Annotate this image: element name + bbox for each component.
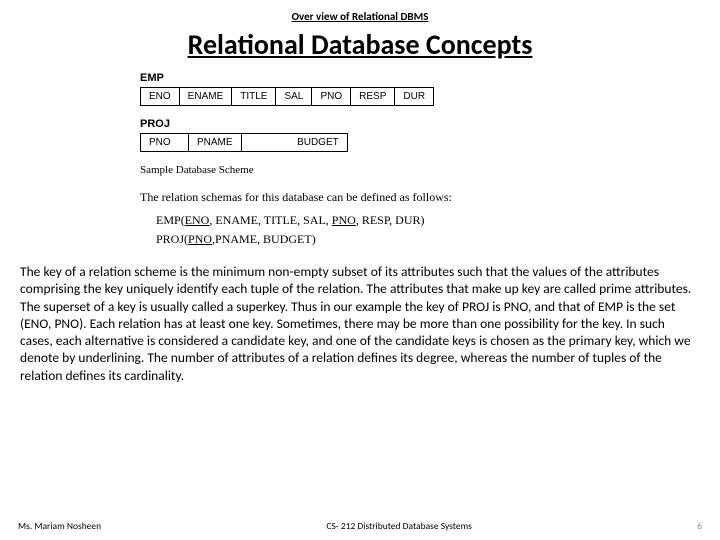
title-bar: Relational Database Concepts	[100, 27, 620, 62]
page-title: Relational Database Concepts	[100, 27, 620, 62]
emp-def-name: EMP	[156, 213, 181, 227]
footer: Ms. Mariam Nosheen CS- 212 Distributed D…	[0, 520, 720, 532]
emp-def-rest2: , RESP, DUR)	[356, 213, 425, 227]
schema-caption: Sample Database Scheme	[140, 164, 720, 176]
schema-intro: The relation schemas for this database c…	[140, 190, 720, 205]
footer-author: Ms. Mariam Nosheen	[18, 520, 101, 532]
emp-def-key1: ENO	[185, 213, 210, 227]
emp-col: RESP	[351, 88, 395, 106]
emp-schema-table: ENO ENAME TITLE SAL PNO RESP DUR	[140, 87, 434, 106]
emp-col: ENO	[141, 88, 180, 106]
proj-def: PROJ(PNO,PNAME, BUDGET)	[156, 232, 720, 247]
emp-col: SAL	[276, 88, 312, 106]
proj-col: PNAME	[189, 134, 242, 152]
emp-col: ENAME	[179, 88, 232, 106]
emp-col: PNO	[312, 88, 351, 106]
emp-label: EMP	[140, 72, 720, 84]
emp-def-key2: PNO	[332, 213, 356, 227]
intro-text: The relation schemas for this database c…	[140, 190, 452, 204]
header-overline: Over view of Relational DBMS	[0, 0, 720, 27]
emp-col: DUR	[395, 88, 434, 106]
schema-area: EMP ENO ENAME TITLE SAL PNO RESP DUR PRO…	[0, 72, 720, 247]
proj-label: PROJ	[140, 118, 720, 130]
proj-def-rest: ,PNAME, BUDGET)	[212, 232, 316, 246]
footer-course: CS- 212 Distributed Database Systems	[101, 520, 697, 532]
proj-def-name: PROJ	[156, 232, 184, 246]
emp-col: TITLE	[232, 88, 276, 106]
proj-schema-table: PNO PNAME BUDGET	[140, 133, 348, 152]
proj-col	[241, 134, 289, 152]
proj-col: BUDGET	[289, 134, 347, 152]
proj-col: PNO	[141, 134, 189, 152]
body-paragraph: The key of a relation scheme is the mini…	[0, 251, 720, 384]
footer-page: 6	[697, 520, 702, 532]
emp-def-rest1: , ENAME, TITLE, SAL,	[209, 213, 331, 227]
emp-def: EMP(ENO, ENAME, TITLE, SAL, PNO, RESP, D…	[156, 213, 720, 228]
proj-def-key: PNO	[188, 232, 212, 246]
